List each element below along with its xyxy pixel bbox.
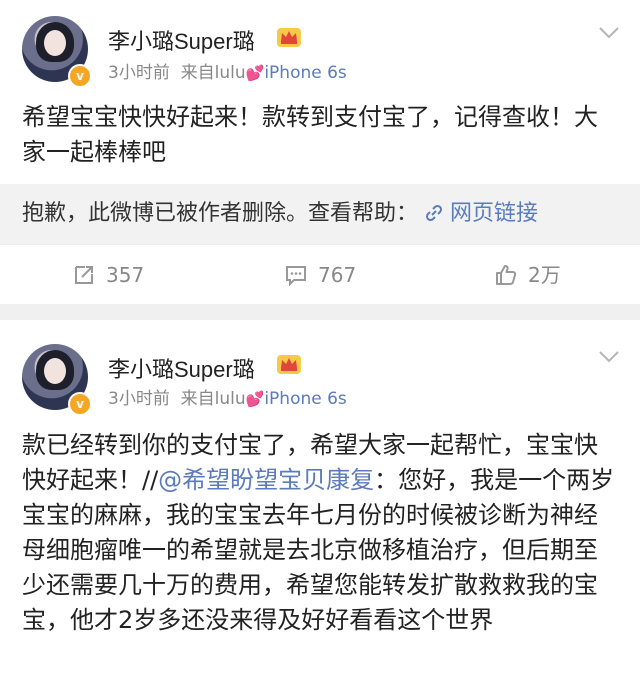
post-time: 3小时前 [108, 389, 170, 409]
mention-link[interactable]: @希望盼望宝贝康复 [158, 466, 374, 494]
like-icon [496, 265, 517, 285]
source-prefix: 来自lulu [180, 389, 246, 409]
crown-icon [277, 28, 301, 47]
comment-icon [286, 266, 306, 287]
web-link[interactable]: 网页链接 [425, 201, 538, 226]
link-icon [425, 204, 443, 222]
heart-icon: 💕 [245, 390, 265, 408]
deleted-repost-box: 抱歉，此微博已被作者删除。查看帮助： 网页链接 [0, 184, 640, 244]
author-name[interactable]: 李小璐Super璐 [108, 24, 255, 56]
post-text: 希望宝宝快快好起来！款转到支付宝了，记得查收！大家一起棒棒吧 [22, 103, 598, 166]
source-prefix: 来自lulu [180, 63, 246, 83]
comment-button[interactable]: 767 [284, 245, 356, 305]
repost-button[interactable]: 357 [72, 245, 144, 305]
deleted-notice-text: 抱歉，此微博已被作者删除。查看帮助： [22, 201, 419, 226]
repost-count: 357 [106, 263, 145, 287]
post-time: 3小时前 [108, 63, 170, 83]
crown-icon [277, 355, 301, 374]
like-button[interactable]: 2万 [494, 245, 561, 305]
like-count: 2万 [528, 263, 561, 287]
weibo-post-1: v 李小璐Super璐 3小时前 来自lulu💕iPhone 6s 希望宝宝快快… [0, 0, 640, 305]
avatar-face [44, 358, 66, 384]
source-device[interactable]: iPhone 6s [264, 63, 346, 83]
verified-badge: v [68, 64, 92, 88]
web-link-label: 网页链接 [450, 201, 539, 226]
post-divider [0, 304, 640, 320]
author-name[interactable]: 李小璐Super璐 [108, 352, 255, 384]
source-device[interactable]: iPhone 6s [264, 389, 346, 409]
heart-icon: 💕 [245, 64, 265, 82]
post-text: 款已经转到你的支付宝了，希望大家一起帮忙，宝宝快快好起来！//@希望盼望宝贝康复… [22, 428, 618, 638]
comment-count: 767 [318, 263, 357, 287]
verified-badge: v [68, 392, 92, 416]
chevron-down-icon[interactable] [598, 350, 620, 364]
chevron-down-icon[interactable] [598, 26, 620, 40]
post-meta: 3小时前 来自lulu💕iPhone 6s [108, 384, 347, 409]
action-bar: 357 767 2万 [0, 244, 640, 305]
post-meta: 3小时前 来自lulu💕iPhone 6s [108, 58, 347, 83]
avatar-face [44, 30, 66, 56]
repost-icon [75, 266, 93, 284]
deleted-notice: 抱歉，此微博已被作者删除。查看帮助： 网页链接 [22, 184, 538, 244]
weibo-post-2: v 李小璐Super璐 3小时前 来自lulu💕iPhone 6s 款已经转到你… [0, 320, 640, 695]
